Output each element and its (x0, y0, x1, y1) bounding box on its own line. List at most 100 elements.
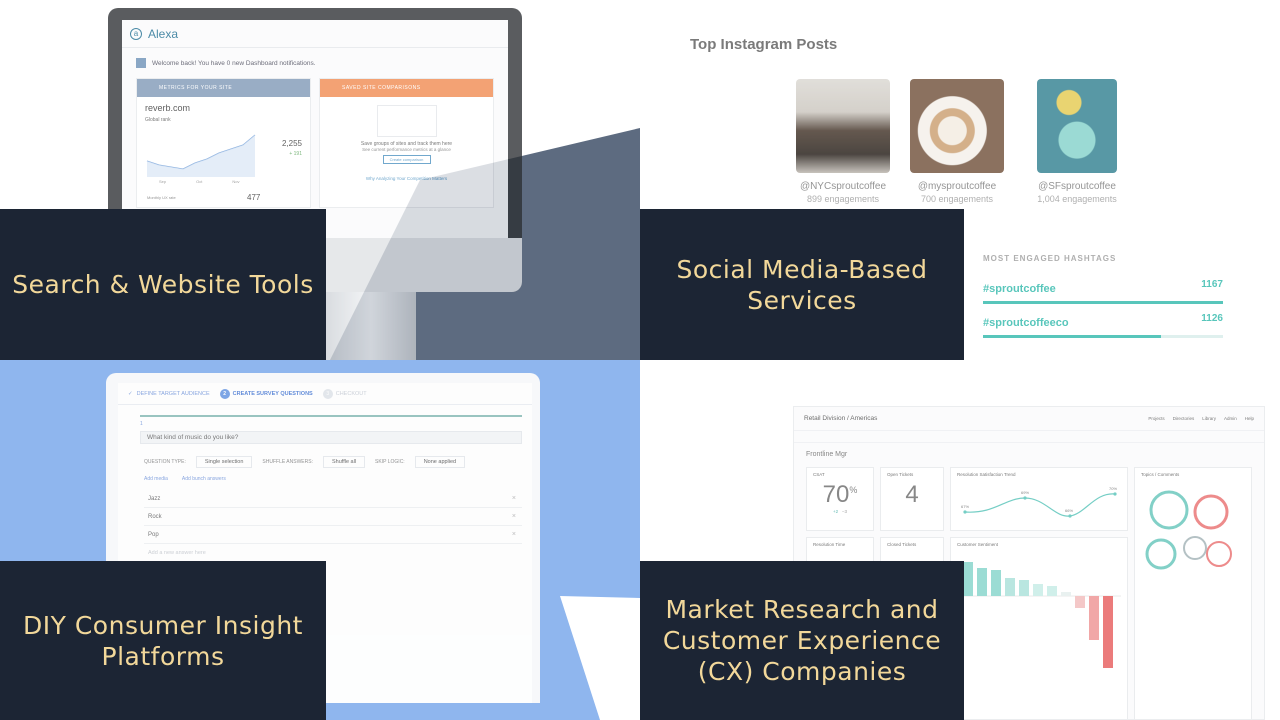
cx-toolbar (794, 431, 1264, 443)
hashtag-bar-fill (983, 335, 1161, 338)
analyze-link[interactable]: Why Analyzing Your Competition Matters (320, 176, 493, 181)
latte-photo (910, 79, 1004, 173)
add-answer-input[interactable]: Add a new answer here (148, 550, 522, 556)
instagram-post[interactable]: @NYCsproutcoffee 899 engagements (793, 79, 893, 204)
remove-answer-icon[interactable]: × (512, 531, 516, 538)
check-icon: ✓ (128, 390, 133, 397)
save-subtitle: See current performance metrics at a gla… (362, 147, 451, 152)
nav-projects[interactable]: Projects (1148, 416, 1164, 421)
question-type-select[interactable]: Single selection (195, 456, 253, 468)
answer-row[interactable]: Jazz × (144, 490, 522, 508)
rank-value: 2,255 (281, 139, 302, 148)
answer-row[interactable]: Pop × (144, 526, 522, 544)
food-photo (1037, 79, 1117, 173)
welcome-text: Welcome back! You have 0 new Dashboard n… (152, 59, 316, 67)
csat-value: 70 (822, 481, 850, 508)
comparisons-card-title: SAVED SITE COMPARISONS (320, 79, 493, 97)
skip-logic-select[interactable]: None applied (414, 456, 466, 468)
instagram-post[interactable]: @mysproutcoffee 700 engagements (907, 79, 1007, 204)
menu-icon (136, 58, 146, 68)
question-options: QUESTION TYPE: Single selection SHUFFLE … (144, 456, 522, 468)
trend-tile[interactable]: Resolution Satisfaction Trend 67% 69% 66… (950, 467, 1128, 531)
csat-change-down: −3 (841, 509, 848, 514)
remove-answer-icon[interactable]: × (512, 513, 516, 520)
metrics-card: METRICS FOR YOUR SITE reverb.com Global … (136, 78, 311, 208)
create-comparison-button[interactable]: Create comparison (382, 155, 431, 164)
add-media-button[interactable]: Add media (144, 476, 168, 482)
nav-directories[interactable]: Directories (1173, 416, 1195, 421)
alexa-header: a Alexa (122, 20, 508, 48)
hashtags-title: MOST ENGAGED HASHTAGS (983, 254, 1117, 263)
topics-label: Topics / Comments (1141, 472, 1180, 477)
post-engagements: 1,004 engagements (1037, 194, 1117, 204)
question-type-label: QUESTION TYPE: (144, 459, 186, 465)
market-research-label: Market Research and Customer Experience … (640, 561, 964, 720)
question-input[interactable]: What kind of music do you like? (140, 431, 522, 444)
diy-insights-quadrant: ✓ DEFINE TARGET AUDIENCE 2 CREATE SURVEY Q… (0, 360, 640, 720)
nav-admin[interactable]: Admin (1224, 416, 1237, 421)
instagram-post[interactable]: @SFsproutcoffee 1,004 engagements (1027, 79, 1127, 204)
post-handle: @mysproutcoffee (917, 181, 997, 192)
hashtag-label: #sproutcoffeeco (983, 317, 1069, 329)
topics-tile[interactable]: Topics / Comments (1134, 467, 1252, 719)
question-number: 1 (140, 421, 143, 427)
post-handle: @NYCsproutcoffee (799, 181, 887, 192)
nav-library[interactable]: Library (1202, 416, 1216, 421)
search-tools-label: Search & Website Tools (0, 209, 326, 360)
market-research-quadrant: Retail Division / Americas Projects Dire… (640, 360, 1280, 720)
hashtag-bar (983, 301, 1223, 304)
open-tickets-value: 4 (905, 481, 919, 508)
step-checkout[interactable]: 3 CHECKOUT (322, 388, 367, 399)
rank-sparkline (146, 134, 256, 177)
month-label: Sep (159, 179, 167, 184)
remove-answer-icon[interactable]: × (512, 495, 516, 502)
step-create-questions[interactable]: 2 CREATE SURVEY QUESTIONS (219, 388, 313, 399)
nav-help[interactable]: Help (1245, 416, 1254, 421)
global-rank-label: Global rank (145, 117, 171, 123)
social-media-quadrant: Top Instagram Posts @NYCsproutcoffee 899… (640, 0, 1280, 360)
resolution-time-label: Resolution Time (813, 542, 846, 547)
add-bunch-answers-button[interactable]: Add bunch answers (182, 476, 226, 482)
csat-unit: % (849, 485, 858, 495)
step-label: CREATE SURVEY QUESTIONS (232, 390, 313, 397)
topic-bubbles (1145, 490, 1232, 570)
csat-tile[interactable]: CSAT 70% +2 −3 (806, 467, 874, 531)
step-define-audience[interactable]: ✓ DEFINE TARGET AUDIENCE (128, 391, 210, 397)
answer-row[interactable]: Rock × (144, 508, 522, 526)
question-block: 1 What kind of music do you like? QUESTI… (140, 415, 522, 556)
trend-point-label: 67% (961, 504, 970, 509)
month-label: Nov (232, 179, 240, 184)
monthly-value: 477 (247, 193, 261, 202)
social-media-label: Social Media-Based Services (640, 209, 964, 360)
comparisons-card: SAVED SITE COMPARISONS Save groups of si… (319, 78, 494, 208)
hashtag-row[interactable]: #sproutcoffeeco 1126 (983, 313, 1223, 338)
step-label: CHECKOUT (335, 390, 367, 397)
shuffle-select[interactable]: Shuffle all (322, 456, 366, 468)
answer-label: Pop (148, 531, 159, 538)
rank-change: + 191 (289, 151, 302, 157)
hashtag-bar-fill (983, 301, 1223, 304)
hashtag-label: #sproutcoffee (983, 283, 1056, 295)
hashtag-row[interactable]: #sproutcoffee 1167 (983, 279, 1223, 304)
diy-insights-label: DIY Consumer Insight Platforms (0, 561, 326, 720)
answer-label: Jazz (148, 495, 161, 502)
month-label: Oct (196, 179, 203, 184)
survey-steps: ✓ DEFINE TARGET AUDIENCE 2 CREATE SURVEY Q… (118, 383, 532, 405)
hashtag-bar (983, 335, 1223, 338)
sentiment-tile[interactable]: Customer Sentiment (950, 537, 1128, 719)
trend-label: Resolution Satisfaction Trend (957, 472, 1016, 477)
site-name[interactable]: reverb.com (137, 97, 310, 115)
breadcrumb[interactable]: Retail Division / Americas (804, 415, 877, 422)
role-title: Frontline Mgr (806, 451, 848, 458)
sentiment-bar-chart (959, 562, 1121, 668)
instagram-title: Top Instagram Posts (690, 36, 838, 53)
open-tickets-tile[interactable]: Open Tickets 4 (880, 467, 944, 531)
post-handle: @SFsproutcoffee (1038, 181, 1116, 192)
trend-point-label: 70% (1109, 486, 1118, 491)
welcome-banner: Welcome back! You have 0 new Dashboard n… (136, 58, 494, 68)
alexa-dashboard-screen: a Alexa Welcome back! You have 0 new Das… (122, 20, 508, 238)
alexa-logo-icon: a (130, 27, 142, 40)
closed-tickets-label: Closed Tickets (887, 542, 917, 547)
alexa-logo[interactable]: Alexa (148, 27, 178, 41)
csat-label: CSAT (813, 472, 825, 477)
